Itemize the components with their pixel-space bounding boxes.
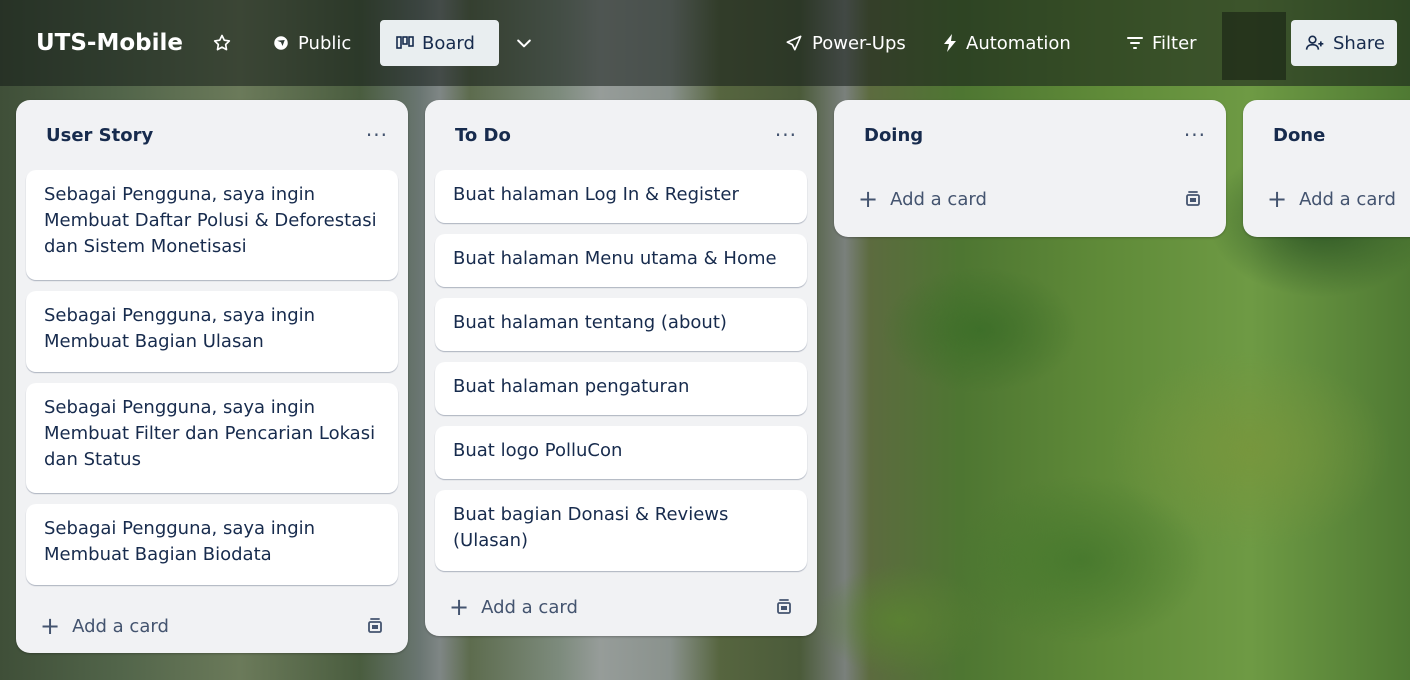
header-separator [1222, 12, 1286, 80]
star-icon [212, 33, 232, 53]
filter-button[interactable]: Filter [1126, 20, 1197, 66]
add-card-button[interactable]: + Add a card [858, 187, 987, 211]
add-card-button[interactable]: + Add a card [1267, 187, 1396, 211]
card[interactable]: Sebagai Pengguna, saya ingin Membuat Daf… [26, 170, 398, 280]
plus-icon: + [1267, 185, 1288, 213]
board-view-label: Board [422, 32, 475, 54]
share-button[interactable]: Share [1291, 20, 1397, 66]
card[interactable]: Buat bagian Donasi & Reviews (Ulasan) [435, 490, 807, 571]
list-header: User Story ··· [26, 100, 398, 170]
card[interactable]: Sebagai Pengguna, saya ingin Membuat Fil… [26, 383, 398, 493]
globe-icon [272, 34, 290, 52]
list-menu-icon[interactable]: ··· [1184, 123, 1206, 147]
card-template-icon[interactable] [775, 598, 793, 616]
list-title[interactable]: Doing [864, 125, 923, 146]
filter-label: Filter [1152, 32, 1197, 54]
automation-button[interactable]: Automation [942, 20, 1071, 66]
filter-icon [1126, 35, 1144, 51]
list-done[interactable]: Done + Add a card [1243, 100, 1410, 237]
list-footer: + Add a card [26, 596, 398, 653]
add-card-label: Add a card [890, 188, 987, 210]
powerups-button[interactable]: Power-Ups [784, 20, 906, 66]
star-board-button[interactable] [212, 20, 232, 66]
list-title[interactable]: Done [1273, 125, 1325, 146]
chevron-down-icon [514, 33, 534, 53]
board-name[interactable]: UTS-Mobile [36, 20, 183, 66]
add-card-button[interactable]: + Add a card [40, 614, 169, 638]
card[interactable]: Sebagai Pengguna, saya ingin Membuat Bag… [26, 504, 398, 585]
list-menu-icon[interactable]: ··· [775, 123, 797, 147]
card[interactable]: Buat logo PolluCon [435, 426, 807, 479]
card[interactable]: Sebagai Pengguna, saya ingin Membuat Bag… [26, 291, 398, 372]
list-header: To Do ··· [435, 100, 807, 170]
board-header: UTS-Mobile Public Board Power-Ups Automa… [0, 0, 1410, 86]
share-label: Share [1333, 32, 1385, 54]
list-footer: + Add a card [1253, 170, 1410, 228]
rocket-icon [784, 33, 804, 53]
add-card-button[interactable]: + Add a card [449, 595, 578, 619]
add-card-label: Add a card [72, 615, 169, 637]
visibility-button[interactable]: Public [272, 20, 351, 66]
card[interactable]: Buat halaman pengaturan [435, 362, 807, 415]
plus-icon: + [449, 593, 470, 621]
add-person-icon [1305, 33, 1325, 53]
card[interactable]: Buat halaman tentang (about) [435, 298, 807, 351]
board-view-icon [396, 36, 414, 50]
plus-icon: + [858, 185, 879, 213]
list-doing[interactable]: Doing ··· + Add a card [834, 100, 1226, 237]
card-template-icon[interactable] [366, 617, 384, 635]
list-menu-icon[interactable]: ··· [366, 123, 388, 147]
list-title[interactable]: To Do [455, 125, 511, 146]
list-user-story[interactable]: User Story ··· Sebagai Pengguna, saya in… [16, 100, 408, 653]
list-header: Doing ··· [844, 100, 1216, 170]
board-view-button[interactable]: Board [380, 20, 499, 66]
add-card-label: Add a card [1299, 188, 1396, 210]
list-to-do[interactable]: To Do ··· Buat halaman Log In & Register… [425, 100, 817, 636]
add-card-label: Add a card [481, 596, 578, 618]
list-title[interactable]: User Story [46, 125, 153, 146]
list-header: Done [1253, 100, 1410, 170]
plus-icon: + [40, 612, 61, 640]
list-footer: + Add a card [844, 170, 1216, 228]
card-template-icon[interactable] [1184, 190, 1202, 208]
list-footer: + Add a card [435, 582, 807, 632]
visibility-label: Public [298, 32, 352, 54]
lightning-icon [942, 33, 958, 53]
view-switcher-button[interactable] [514, 20, 534, 66]
card[interactable]: Buat halaman Log In & Register [435, 170, 807, 223]
powerups-label: Power-Ups [812, 32, 906, 54]
automation-label: Automation [966, 32, 1071, 54]
card[interactable]: Buat halaman Menu utama & Home [435, 234, 807, 287]
